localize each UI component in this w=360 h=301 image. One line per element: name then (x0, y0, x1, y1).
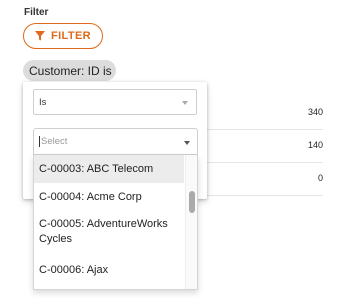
value-select-input[interactable]: Select (33, 128, 198, 155)
option-item[interactable]: C-00004: Acme Corp (34, 183, 184, 212)
table-cell-value: 0 (317, 173, 323, 183)
option-item[interactable]: C-00003: ABC Telecom (34, 155, 184, 183)
filter-button[interactable]: FILTER (23, 23, 103, 49)
filter-button-label: FILTER (50, 30, 92, 42)
operator-select-value: Is (39, 96, 47, 108)
table-cell-value: 340 (307, 107, 323, 117)
table-row: 0 (205, 163, 323, 196)
table-cell-value: 140 (307, 140, 323, 150)
filter-chip-customer-id[interactable]: Customer: ID is (23, 60, 116, 81)
funnel-icon (34, 31, 45, 41)
text-cursor (39, 136, 40, 147)
table-row: 140 (205, 130, 323, 163)
chevron-down-icon (182, 101, 188, 105)
scrollbar-thumb[interactable] (189, 191, 195, 213)
table-row: 340 (205, 97, 323, 130)
value-select-placeholder: Select (41, 136, 68, 147)
option-item[interactable]: C-00005: AdventureWorks Cycles (34, 212, 184, 259)
chevron-down-icon[interactable] (184, 141, 190, 145)
option-list[interactable]: C-00003: ABC Telecom C-00004: Acme Corp … (33, 155, 198, 290)
filter-heading: Filter (24, 7, 49, 18)
option-item[interactable]: C-00006: Ajax (34, 259, 184, 288)
operator-select[interactable]: Is (33, 89, 197, 115)
scrollbar[interactable] (185, 155, 197, 289)
